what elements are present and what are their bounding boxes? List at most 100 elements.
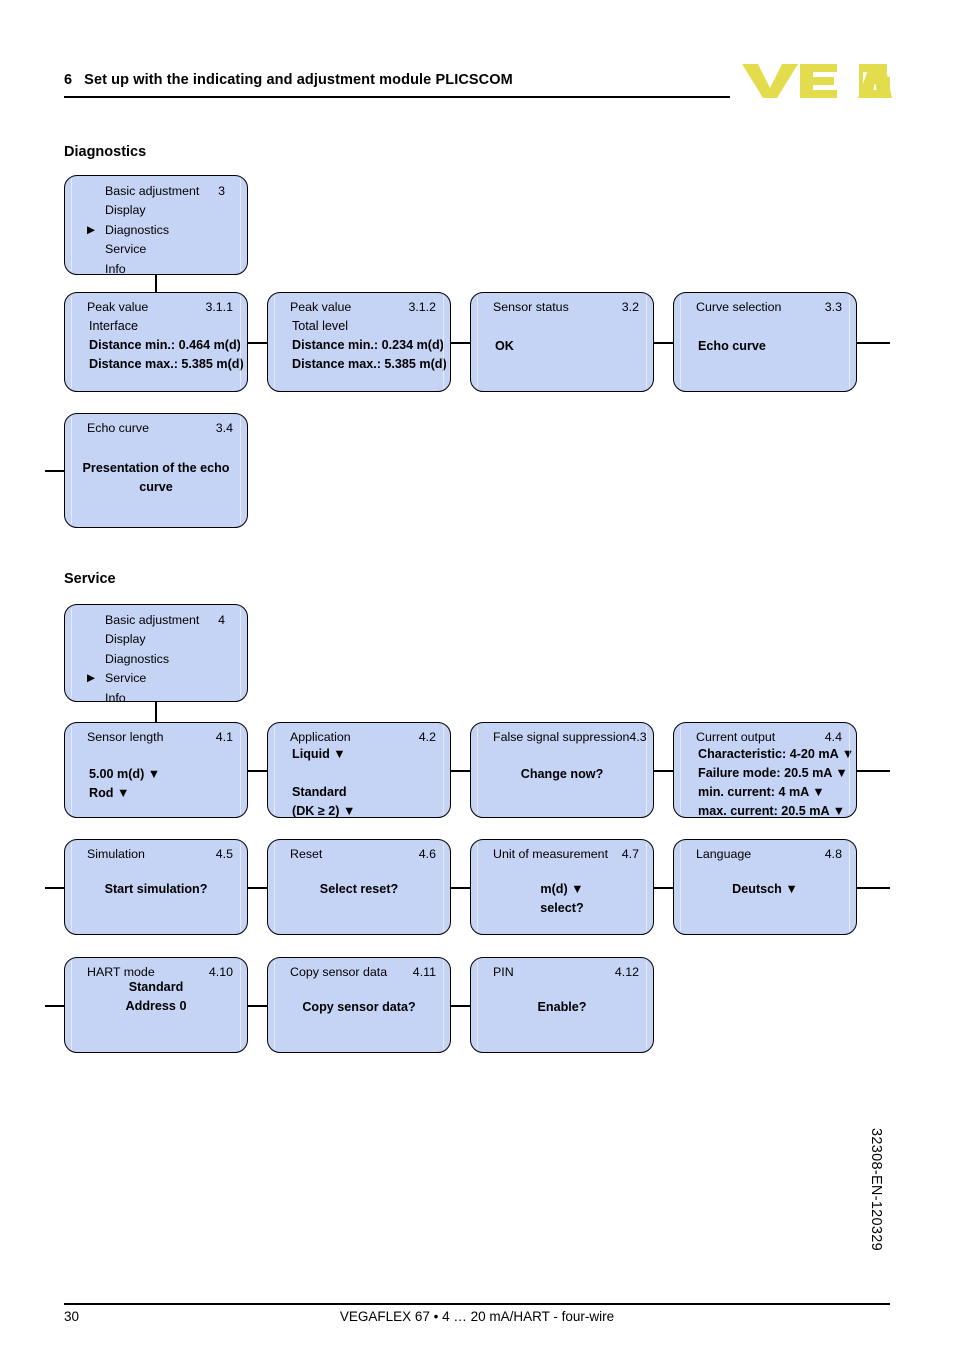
- box-line: (DK ≥ 2) ▼: [292, 804, 356, 818]
- box-number: 4.6: [418, 847, 436, 861]
- box-line: curve: [139, 480, 173, 494]
- box-title: Language: [696, 847, 752, 861]
- box-line: Address 0: [125, 999, 187, 1013]
- box-false-signal-suppression[interactable]: False signal suppression 4.3 Change now?: [470, 722, 654, 818]
- box-line: Change now?: [520, 767, 604, 781]
- menu-item-diagnostics[interactable]: ▶ Diagnostics: [79, 221, 233, 240]
- box-line: Echo curve: [698, 339, 766, 353]
- box-line: 5.00 m(d) ▼: [89, 767, 161, 781]
- box-line: Failure mode: 20.5 mA ▼: [698, 766, 848, 780]
- box-title: Peak value: [87, 300, 149, 314]
- box-line: Distance max.: 5.385 m(d): [89, 357, 244, 371]
- box-body: Liquid ▼ Standard (DK ≥ 2) ▼: [282, 745, 436, 821]
- box-peak-value-interface[interactable]: Peak value 3.1.1 Interface Distance min.…: [64, 292, 248, 392]
- menu-item-label: Basic adjustment: [105, 184, 200, 198]
- selection-marker-icon: ▶: [87, 223, 96, 236]
- box-header: PIN 4.12: [493, 964, 639, 980]
- box-line: Rod ▼: [89, 786, 130, 800]
- box-sensor-length[interactable]: Sensor length 4.1 5.00 m(d) ▼ Rod ▼: [64, 722, 248, 818]
- box-header: Application 4.2: [290, 729, 436, 745]
- box-line: m(d) ▼: [540, 882, 584, 896]
- box-current-output[interactable]: Current output 4.4 Characteristic: 4-20 …: [673, 722, 857, 818]
- box-subtitle: Interface: [89, 319, 139, 333]
- document-code: 32308-EN-120329: [868, 1128, 884, 1252]
- connector-serv-r3-leftstub: [45, 1005, 65, 1007]
- box-number: 4.11: [412, 965, 436, 979]
- connector-serv-r1-rightstub: [856, 770, 890, 772]
- menu-item-label: Basic adjustment: [105, 613, 200, 627]
- box-reset[interactable]: Reset 4.6 Select reset?: [267, 839, 451, 935]
- vega-logo: [742, 64, 892, 98]
- box-line: Distance min.: 0.234 m(d): [292, 338, 444, 352]
- menu-item-display[interactable]: Display: [79, 630, 233, 649]
- header-divider: [64, 96, 730, 98]
- service-menu-box[interactable]: Basic adjustment 4 Display Diagnostics ▶…: [64, 604, 248, 705]
- box-curve-selection[interactable]: Curve selection 3.3 Echo curve: [673, 292, 857, 392]
- menu-item-basic-adjustment[interactable]: Basic adjustment 3: [79, 182, 233, 201]
- box-number: 4.7: [621, 847, 639, 861]
- box-line: Start simulation?: [104, 882, 208, 896]
- footer-divider: [64, 1303, 890, 1305]
- box-number: 4.3: [629, 730, 647, 744]
- box-number: 3.1.1: [205, 300, 233, 314]
- box-hart-mode[interactable]: HART mode 4.10 Standard Address 0: [64, 957, 248, 1053]
- box-header: Unit of measurement 4.7: [493, 846, 639, 862]
- box-title: Peak value: [290, 300, 352, 314]
- box-title: Unit of measurement: [493, 847, 609, 861]
- box-header: Peak value 3.1.2: [290, 299, 436, 315]
- box-body: Presentation of the echo curve: [79, 459, 233, 497]
- box-line: OK: [495, 339, 514, 353]
- box-header: Current output 4.4: [696, 729, 842, 745]
- menu-item-service[interactable]: Service: [79, 240, 233, 259]
- page-title: 6 Set up with the indicating and adjustme…: [64, 72, 513, 88]
- page-header: 6 Set up with the indicating and adjustme…: [64, 64, 892, 104]
- box-title: Sensor status: [493, 300, 569, 314]
- box-header: False signal suppression 4.3: [493, 729, 647, 745]
- box-number: 4.8: [824, 847, 842, 861]
- box-title: False signal suppression: [493, 730, 630, 744]
- menu-item-service[interactable]: ▶ Service: [79, 669, 233, 688]
- section-title-service: Service: [64, 571, 116, 587]
- box-body: Start simulation?: [79, 880, 233, 899]
- box-header: Copy sensor data 4.11: [290, 964, 436, 980]
- box-number: 3.1.2: [408, 300, 436, 314]
- box-line: Standard: [292, 785, 347, 799]
- box-language[interactable]: Language 4.8 Deutsch ▼: [673, 839, 857, 935]
- box-body: Select reset?: [282, 880, 436, 899]
- box-application[interactable]: Application 4.2 Liquid ▼ Standard (DK ≥ …: [267, 722, 451, 818]
- box-line: Select reset?: [319, 882, 399, 896]
- box-body: Total level Distance min.: 0.234 m(d) Di…: [282, 317, 447, 374]
- box-simulation[interactable]: Simulation 4.5 Start simulation?: [64, 839, 248, 935]
- menu-number: 3: [218, 184, 225, 198]
- box-pin[interactable]: PIN 4.12 Enable?: [470, 957, 654, 1053]
- menu-item-info[interactable]: Info: [79, 689, 233, 708]
- diagnostics-menu-box[interactable]: Basic adjustment 3 Display ▶ Diagnostics…: [64, 175, 248, 276]
- box-title: Copy sensor data: [290, 965, 388, 979]
- box-sensor-status[interactable]: Sensor status 3.2 OK: [470, 292, 654, 392]
- diagnostics-menu-list: Basic adjustment 3 Display ▶ Diagnostics…: [79, 182, 233, 279]
- box-copy-sensor-data[interactable]: Copy sensor data 4.11 Copy sensor data?: [267, 957, 451, 1053]
- box-line: Standard: [128, 980, 184, 994]
- box-number: 4.2: [418, 730, 436, 744]
- connector-serv-r2-rightstub: [856, 887, 890, 889]
- box-line: Copy sensor data?: [302, 1000, 416, 1014]
- box-number: 4.12: [614, 965, 639, 979]
- menu-item-diagnostics[interactable]: Diagnostics: [79, 650, 233, 669]
- box-line: Deutsch ▼: [732, 882, 798, 896]
- box-body: m(d) ▼ select?: [485, 880, 639, 918]
- box-line: Presentation of the echo: [82, 461, 230, 475]
- box-line: Liquid ▼: [292, 747, 346, 761]
- menu-item-display[interactable]: Display: [79, 201, 233, 220]
- box-echo-curve[interactable]: Echo curve 3.4 Presentation of the echo …: [64, 413, 248, 528]
- box-title: Simulation: [87, 847, 145, 861]
- box-unit-of-measurement[interactable]: Unit of measurement 4.7 m(d) ▼ select?: [470, 839, 654, 935]
- menu-item-info[interactable]: Info: [79, 260, 233, 279]
- menu-item-label: Service: [105, 671, 147, 686]
- chapter-number: 6: [64, 72, 73, 88]
- box-peak-value-total-level[interactable]: Peak value 3.1.2 Total level Distance mi…: [267, 292, 451, 392]
- menu-item-basic-adjustment[interactable]: Basic adjustment 4: [79, 611, 233, 630]
- menu-item-label: Info: [105, 690, 126, 705]
- box-subtitle: Total level: [292, 319, 349, 333]
- box-title: Curve selection: [696, 300, 782, 314]
- box-header: Peak value 3.1.1: [87, 299, 233, 315]
